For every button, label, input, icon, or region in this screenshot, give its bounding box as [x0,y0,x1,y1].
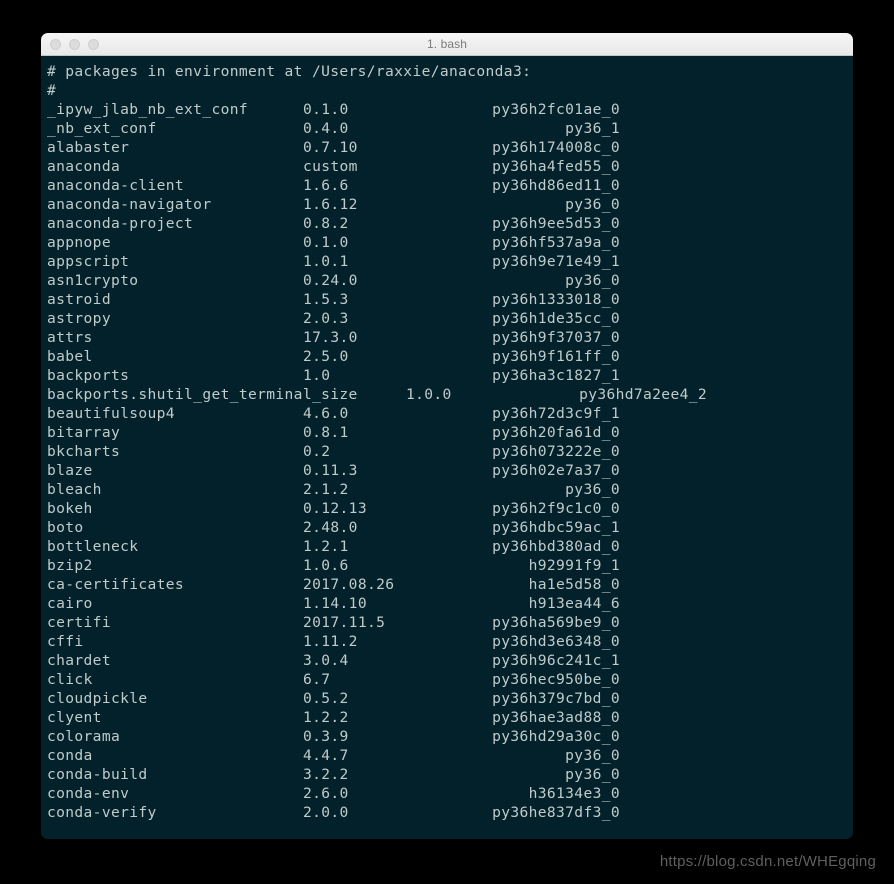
package-build: py36_0 [565,481,620,498]
package-build: py36hd3e6348_0 [492,633,620,650]
package-row: conda-build 3.2.2 py36_0 [41,765,853,784]
terminal-output-area[interactable]: # packages in environment at /Users/raxx… [41,56,853,839]
package-row: boto 2.48.0 py36hdbc59ac_1 [41,518,853,537]
package-row: bottleneck 1.2.1 py36hbd380ad_0 [41,537,853,556]
package-row: attrs 17.3.0 py36h9f37037_0 [41,328,853,347]
package-build: py36h9f161ff_0 [492,348,620,365]
package-row: anaconda-project 0.8.2 py36h9ee5d53_0 [41,214,853,233]
package-row: bokeh 0.12.13 py36h2f9c1c0_0 [41,499,853,518]
close-window-icon[interactable] [50,39,61,50]
package-build: py36hd29a30c_0 [492,728,620,745]
package-row: asn1crypto 0.24.0 py36_0 [41,271,853,290]
package-build: py36h02e7a37_0 [492,462,620,479]
package-build: h913ea44_6 [528,595,620,612]
package-build: py36_0 [565,766,620,783]
package-row: cffi 1.11.2 py36hd3e6348_0 [41,632,853,651]
window-title: 1. bash [426,37,468,51]
package-row: bitarray 0.8.1 py36h20fa61d_0 [41,423,853,442]
package-build: ha1e5d58_0 [528,576,620,593]
package-build: py36ha569be9_0 [492,614,620,631]
package-build: py36h96c241c_1 [492,652,620,669]
package-row: bzip2 1.0.6 h92991f9_1 [41,556,853,575]
package-row: _nb_ext_conf 0.4.0 py36_1 [41,119,853,138]
package-row: anaconda-client 1.6.6 py36hd86ed11_0 [41,176,853,195]
window-title-bar[interactable]: 1. bash [41,33,853,56]
package-build: h92991f9_1 [528,557,620,574]
package-row: alabaster 0.7.10 py36h174008c_0 [41,138,853,157]
package-build: py36hf537a9a_0 [492,234,620,251]
package-build: py36h20fa61d_0 [492,424,620,441]
package-row: _ipyw_jlab_nb_ext_conf 0.1.0 py36h2fc01ae_… [41,100,853,119]
package-row: astroid 1.5.3 py36h1333018_0 [41,290,853,309]
package-build: py36h9ee5d53_0 [492,215,620,232]
package-row: blaze 0.11.3 py36h02e7a37_0 [41,461,853,480]
package-row: chardet 3.0.4 py36h96c241c_1 [41,651,853,670]
package-row: clyent 1.2.2 py36hae3ad88_0 [41,708,853,727]
package-row: backports 1.0 py36ha3c1827_1 [41,366,853,385]
package-build: py36he837df3_0 [492,804,620,821]
terminal-header-lines: # packages in environment at /Users/raxx… [41,62,853,100]
package-build: py36_0 [565,747,620,764]
package-row: astropy 2.0.3 py36h1de35cc_0 [41,309,853,328]
package-build: py36hdbc59ac_1 [492,519,620,536]
package-build: py36hec950be_0 [492,671,620,688]
package-row: anaconda custom py36ha4fed55_0 [41,157,853,176]
package-build: py36hd86ed11_0 [492,177,620,194]
maximize-window-icon[interactable] [88,39,99,50]
package-row: certifi 2017.11.5 py36ha569be9_0 [41,613,853,632]
package-build: py36h72d3c9f_1 [492,405,620,422]
package-row: bleach 2.1.2 py36_0 [41,480,853,499]
package-row: conda-verify 2.0.0 py36he837df3_0 [41,803,853,822]
package-build: py36hae3ad88_0 [492,709,620,726]
package-row: click 6.7 py36hec950be_0 [41,670,853,689]
package-build: py36h9e71e49_1 [492,253,620,270]
package-row: cloudpickle 0.5.2 py36h379c7bd_0 [41,689,853,708]
package-build: py36h174008c_0 [492,139,620,156]
package-row: cairo 1.14.10 h913ea44_6 [41,594,853,613]
package-list: _ipyw_jlab_nb_ext_conf 0.1.0 py36h2fc01ae_… [41,100,853,822]
package-build: py36ha3c1827_1 [492,367,620,384]
terminal-header-line: # packages in environment at /Users/raxx… [47,63,532,80]
package-row: appnope 0.1.0 py36hf537a9a_0 [41,233,853,252]
package-row: beautifulsoup4 4.6.0 py36h72d3c9f_1 [41,404,853,423]
terminal-header-line: # [47,82,57,99]
package-build: py36h2f9c1c0_0 [492,500,620,517]
package-row: bkcharts 0.2 py36h073222e_0 [41,442,853,461]
package-row: conda-env 2.6.0 h36134e3_0 [41,784,853,803]
package-build: py36_0 [565,196,620,213]
package-build: py36hd7a2ee4_2 [579,386,707,403]
package-build: py36ha4fed55_0 [492,158,620,175]
package-build: py36_0 [565,272,620,289]
package-row: anaconda-navigator 1.6.12 py36_0 [41,195,853,214]
watermark-text: https://blog.csdn.net/WHEgqing [659,853,876,870]
package-build: py36h073222e_0 [492,443,620,460]
package-build: py36h2fc01ae_0 [492,101,620,118]
package-row: colorama 0.3.9 py36hd29a30c_0 [41,727,853,746]
package-row: ca-certificates 2017.08.26 ha1e5d58_0 [41,575,853,594]
minimize-window-icon[interactable] [69,39,80,50]
package-build: py36h379c7bd_0 [492,690,620,707]
package-build: py36h9f37037_0 [492,329,620,346]
terminal-window: 1. bash # packages in environment at /Us… [41,33,853,839]
package-row: backports.shutil_get_terminal_size 1.0.0 p… [41,385,853,404]
package-build: h36134e3_0 [528,785,620,802]
package-build: py36hbd380ad_0 [492,538,620,555]
traffic-light-buttons [50,33,99,56]
package-row: babel 2.5.0 py36h9f161ff_0 [41,347,853,366]
package-build: py36h1de35cc_0 [492,310,620,327]
package-build: py36h1333018_0 [492,291,620,308]
package-build: py36_1 [565,120,620,137]
package-row: appscript 1.0.1 py36h9e71e49_1 [41,252,853,271]
package-row: conda 4.4.7 py36_0 [41,746,853,765]
